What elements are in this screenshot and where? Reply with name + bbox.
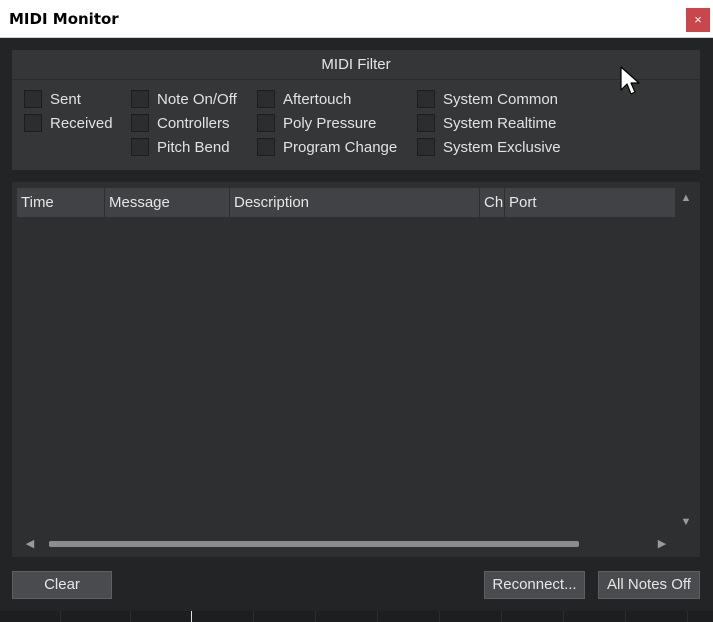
- midi-filter-panel: MIDI Filter Sent Received Note On/Off Co…: [12, 50, 700, 170]
- filter-program-change-checkbox[interactable]: Program Change: [257, 136, 397, 158]
- checkbox-box[interactable]: [417, 114, 435, 132]
- checkbox-box[interactable]: [257, 90, 275, 108]
- scroll-up-arrow-icon[interactable]: ▲: [679, 192, 693, 204]
- checkbox-box[interactable]: [257, 114, 275, 132]
- filter-sent-checkbox[interactable]: Sent: [24, 88, 81, 110]
- checkbox-label: Pitch Bend: [157, 138, 230, 156]
- column-header-time[interactable]: Time: [17, 188, 105, 217]
- scroll-right-arrow-icon[interactable]: ▶: [655, 537, 669, 551]
- timeline-tick: [130, 611, 131, 622]
- all-notes-off-button[interactable]: All Notes Off: [598, 571, 700, 599]
- filter-pitch-bend-checkbox[interactable]: Pitch Bend: [131, 136, 230, 158]
- checkbox-label: Sent: [50, 90, 81, 108]
- column-header-ch[interactable]: Ch: [480, 188, 505, 217]
- reconnect-button[interactable]: Reconnect...: [484, 571, 585, 599]
- checkbox-box[interactable]: [131, 138, 149, 156]
- horizontal-scrollbar-thumb[interactable]: [49, 541, 579, 547]
- window-title: MIDI Monitor: [9, 10, 119, 28]
- close-button[interactable]: ×: [686, 8, 710, 32]
- filter-system-realtime-checkbox[interactable]: System Realtime: [417, 112, 556, 134]
- background-timeline-strip: [0, 611, 713, 622]
- filter-received-checkbox[interactable]: Received: [24, 112, 113, 134]
- checkbox-label: Program Change: [283, 138, 398, 156]
- timeline-tick: [625, 611, 626, 622]
- checkbox-box[interactable]: [417, 138, 435, 156]
- table-header: Time Message Description Ch Port: [17, 188, 675, 217]
- close-icon: ×: [694, 12, 702, 27]
- checkbox-label: System Exclusive: [443, 138, 561, 156]
- checkbox-box[interactable]: [417, 90, 435, 108]
- timeline-tick: [563, 611, 564, 622]
- clear-button[interactable]: Clear: [12, 571, 112, 599]
- checkbox-label: Received: [50, 114, 113, 132]
- checkbox-label: Aftertouch: [283, 90, 352, 108]
- filter-system-common-checkbox[interactable]: System Common: [417, 88, 558, 110]
- checkbox-label: System Realtime: [443, 114, 557, 132]
- checkbox-label: Controllers: [157, 114, 230, 132]
- timeline-tick: [377, 611, 378, 622]
- timeline-tick: [253, 611, 254, 622]
- checkbox-label: Poly Pressure: [283, 114, 377, 132]
- mouse-pointer-icon: [620, 66, 640, 95]
- timeline-tick: [501, 611, 502, 622]
- checkbox-box[interactable]: [257, 138, 275, 156]
- column-header-message[interactable]: Message: [105, 188, 230, 217]
- title-bar: MIDI Monitor ×: [0, 0, 713, 38]
- midi-filter-title: MIDI Filter: [12, 50, 700, 80]
- checkbox-box[interactable]: [131, 114, 149, 132]
- checkbox-box[interactable]: [131, 90, 149, 108]
- filter-poly-pressure-checkbox[interactable]: Poly Pressure: [257, 112, 376, 134]
- checkbox-label: Note On/Off: [157, 90, 237, 108]
- timeline-marker: [191, 611, 192, 622]
- scroll-left-arrow-icon[interactable]: ◀: [23, 537, 37, 551]
- checkbox-label: System Common: [443, 90, 559, 108]
- filter-system-exclusive-checkbox[interactable]: System Exclusive: [417, 136, 561, 158]
- scroll-down-arrow-icon[interactable]: ▼: [679, 516, 693, 528]
- midi-message-table: Time Message Description Ch Port ▲ ▼ ◀ ▶: [12, 182, 700, 557]
- timeline-tick: [315, 611, 316, 622]
- filter-controllers-checkbox[interactable]: Controllers: [131, 112, 230, 134]
- timeline-tick: [439, 611, 440, 622]
- filter-note-on-off-checkbox[interactable]: Note On/Off: [131, 88, 237, 110]
- column-header-description[interactable]: Description: [230, 188, 480, 217]
- checkbox-box[interactable]: [24, 114, 42, 132]
- checkbox-box[interactable]: [24, 90, 42, 108]
- timeline-tick: [687, 611, 688, 622]
- column-header-port[interactable]: Port: [505, 188, 675, 217]
- filter-aftertouch-checkbox[interactable]: Aftertouch: [257, 88, 351, 110]
- timeline-tick: [60, 611, 61, 622]
